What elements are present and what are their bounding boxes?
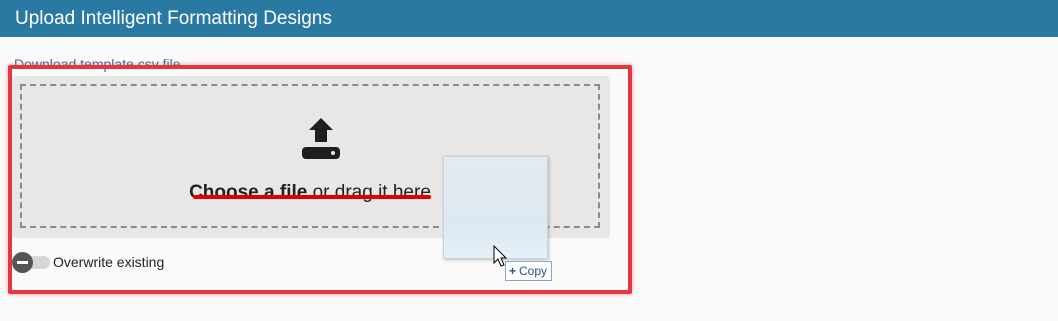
page-title: Upload Intelligent Formatting Designs bbox=[15, 8, 332, 29]
page-header: Upload Intelligent Formatting Designs bbox=[0, 0, 1058, 37]
annotation-highlight-box bbox=[8, 65, 632, 294]
